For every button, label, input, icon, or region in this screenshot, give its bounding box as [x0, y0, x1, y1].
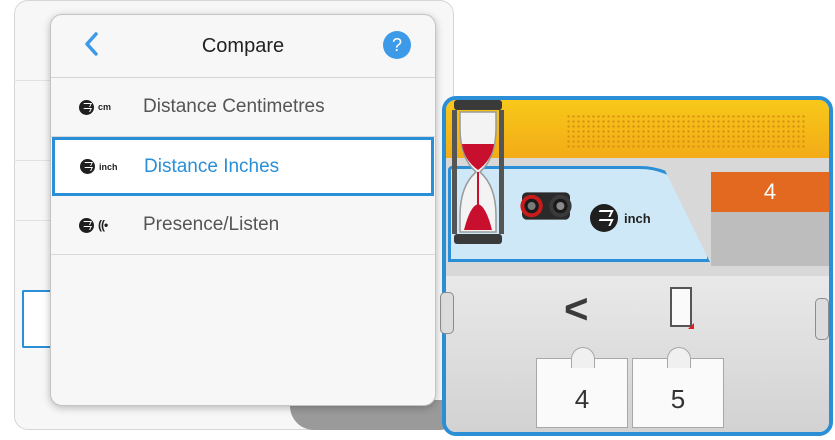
unit-label: cm — [98, 102, 112, 112]
left-connector-handle[interactable] — [440, 292, 454, 334]
ultrasonic-sensor-icon — [80, 159, 95, 174]
compare-popover: Compare ? cm Distance Centimetres inch D… — [50, 14, 436, 406]
ultrasonic-sensor-icon — [79, 99, 94, 115]
popover-header: Compare ? — [51, 15, 435, 78]
mode-badge: inch — [590, 204, 651, 232]
threshold-icon[interactable] — [670, 287, 694, 329]
unit-label: inch — [99, 161, 118, 172]
mode-item-label: Distance Centimetres — [143, 96, 325, 117]
mode-item-distance-cm[interactable]: cm Distance Centimetres — [51, 78, 435, 137]
help-button[interactable]: ? — [383, 31, 411, 59]
distance-icon — [590, 204, 618, 232]
ultrasonic-sensor-icon — [79, 217, 94, 233]
popover-title: Compare — [201, 35, 285, 57]
listen-wave-icon: ((• — [98, 218, 108, 232]
input-value-1[interactable]: 4 — [536, 347, 628, 428]
port-panel — [711, 212, 829, 266]
right-connector-handle[interactable] — [815, 298, 829, 340]
hourglass-icon — [452, 100, 504, 244]
ultrasonic-sensor-icon — [520, 192, 572, 220]
compare-operator[interactable]: < — [564, 285, 589, 333]
mode-item-label: Presence/Listen — [143, 214, 280, 235]
port-selector[interactable]: 4 — [711, 172, 829, 212]
input-value-2[interactable]: 5 — [632, 347, 724, 428]
mode-item-label: Distance Inches — [144, 155, 280, 177]
mode-item-presence-listen[interactable]: ((• Presence/Listen — [51, 196, 435, 255]
mode-unit-label: inch — [624, 210, 651, 226]
mode-item-distance-inches[interactable]: inch Distance Inches — [52, 137, 434, 196]
